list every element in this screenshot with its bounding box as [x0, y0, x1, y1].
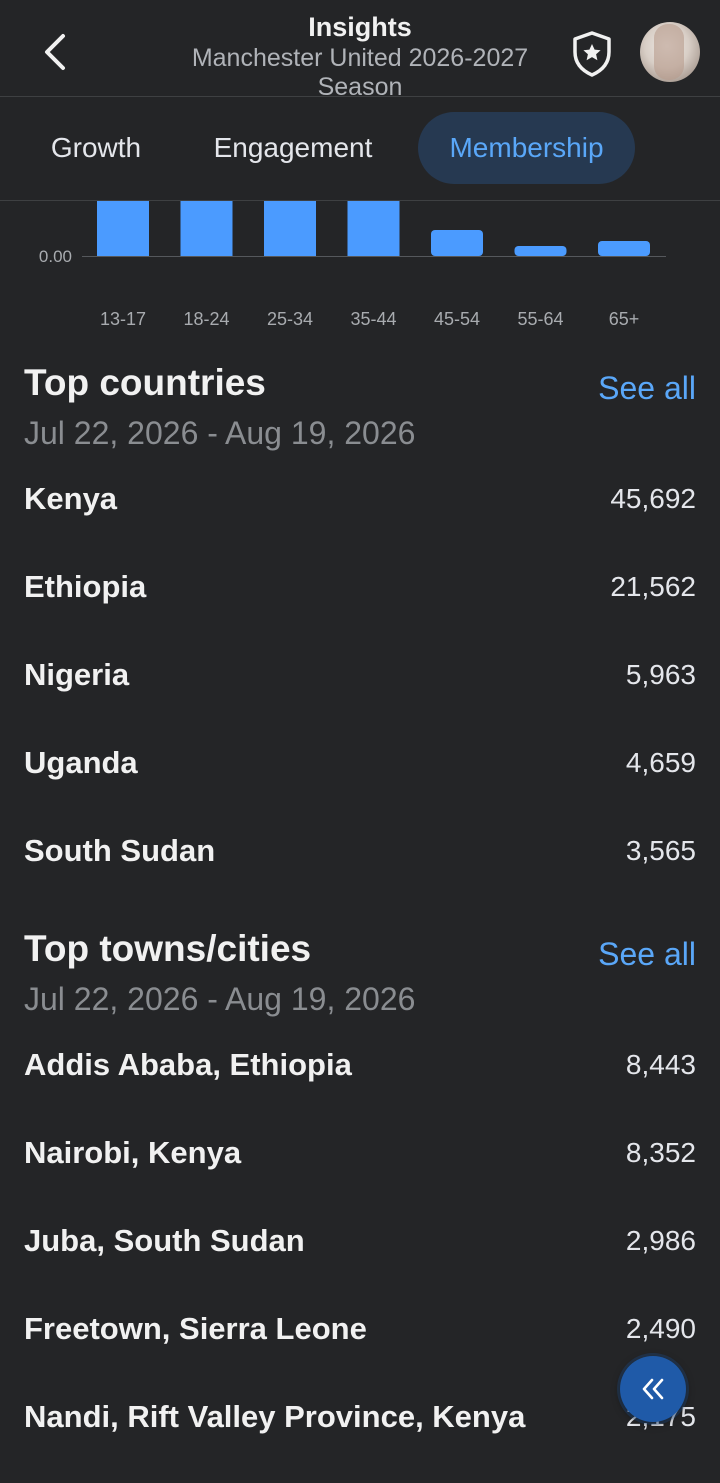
date-range: Jul 22, 2026 - Aug 19, 2026: [24, 981, 416, 1017]
date-range: Jul 22, 2026 - Aug 19, 2026: [24, 415, 416, 451]
section-title: Top towns/cities: [24, 928, 312, 969]
insights-tabs: Growth Engagement Membership: [0, 97, 720, 201]
tab-membership[interactable]: Membership: [418, 112, 635, 184]
country-count: 21,562: [610, 571, 696, 602]
x-tick-label: 25-34: [267, 309, 313, 329]
city-name: Freetown, Sierra Leone: [24, 1311, 367, 1346]
bar-65+[interactable]: [598, 241, 650, 256]
age-chart-svg: 0.00 13-17 18-24 25-34 35-44 45-54 55-64 65+: [39, 201, 666, 329]
page-subtitle: Manchester United 2026-2027 Season: [191, 44, 529, 97]
tab-engagement[interactable]: Engagement: [186, 112, 400, 184]
bar-45-54[interactable]: [431, 230, 483, 256]
x-tick-label: 35-44: [350, 309, 396, 329]
app-header: Insights Manchester United 2026-2027 Sea…: [0, 0, 720, 97]
city-count: 2,490: [625, 1313, 696, 1344]
list-item: Freetown, Sierra Leone 2,490: [0, 1307, 720, 1395]
city-count: 2,986: [625, 1225, 696, 1256]
city-count: 8,352: [625, 1137, 696, 1168]
bar-55-64[interactable]: [514, 246, 567, 256]
city-name: Juba, South Sudan: [24, 1223, 305, 1258]
country-name: Kenya: [24, 481, 118, 516]
admin-shield-button[interactable]: [566, 28, 618, 80]
country-count: 45,692: [610, 483, 696, 514]
city-count: 8,443: [625, 1049, 696, 1080]
y-tick-label: 0.00: [39, 247, 72, 266]
x-tick-label: 13-17: [100, 309, 146, 329]
see-all-cities-link[interactable]: See all: [598, 932, 696, 976]
country-name: Uganda: [24, 745, 138, 780]
see-all-countries-link[interactable]: See all: [598, 366, 696, 410]
page-title: Insights: [308, 12, 412, 42]
avatar-photo: [654, 24, 684, 80]
shield-star-icon: [573, 31, 611, 77]
cities-list: Addis Ababa, Ethiopia 8,443 Nairobi, Ken…: [0, 1043, 720, 1483]
list-item: Ethiopia 21,562: [0, 565, 720, 653]
list-item: Nairobi, Kenya 8,352: [0, 1131, 720, 1219]
x-tick-label: 18-24: [183, 309, 229, 329]
country-count: 5,963: [625, 659, 696, 690]
x-tick-label: 45-54: [434, 309, 480, 329]
tab-growth[interactable]: Growth: [20, 112, 172, 184]
city-name: Addis Ababa, Ethiopia: [24, 1047, 352, 1082]
list-item: Nandi, Rift Valley Province, Kenya 2,175: [0, 1395, 720, 1483]
city-name: Nairobi, Kenya: [24, 1135, 242, 1170]
list-item: South Sudan 3,565: [0, 829, 720, 917]
x-tick-label: 65+: [609, 309, 640, 329]
age-bar-chart: 0.00 13-17 18-24 25-34 35-44 45-54 55-64 65+: [0, 201, 720, 341]
list-item: Addis Ababa, Ethiopia 8,443: [0, 1043, 720, 1131]
x-tick-label: 55-64: [517, 309, 563, 329]
bar-35-44[interactable]: [347, 201, 400, 256]
country-count: 3,565: [625, 835, 696, 866]
city-name: Nandi, Rift Valley Province, Kenya: [24, 1399, 526, 1434]
bar-13-17[interactable]: [97, 201, 149, 256]
country-name: South Sudan: [24, 833, 216, 868]
header-titles: Insights Manchester United 2026-2027 Sea…: [140, 12, 580, 97]
section-title: Top countries: [24, 362, 266, 403]
list-item: Kenya 45,692: [0, 477, 720, 565]
list-item: Nigeria 5,963: [0, 653, 720, 741]
collapse-fab-button[interactable]: [620, 1356, 686, 1422]
back-button[interactable]: [30, 26, 82, 78]
list-item: Juba, South Sudan 2,986: [0, 1219, 720, 1307]
country-count: 4,659: [625, 747, 696, 778]
double-chevron-left-icon: [642, 1378, 664, 1400]
chevron-left-icon: [45, 34, 65, 70]
list-item: Uganda 4,659: [0, 741, 720, 829]
bar-25-34[interactable]: [264, 201, 316, 256]
countries-list: Kenya 45,692 Ethiopia 21,562 Nigeria 5,9…: [0, 477, 720, 917]
bar-18-24[interactable]: [180, 201, 233, 256]
avatar[interactable]: [640, 22, 700, 82]
country-name: Nigeria: [24, 657, 130, 692]
country-name: Ethiopia: [24, 569, 147, 604]
